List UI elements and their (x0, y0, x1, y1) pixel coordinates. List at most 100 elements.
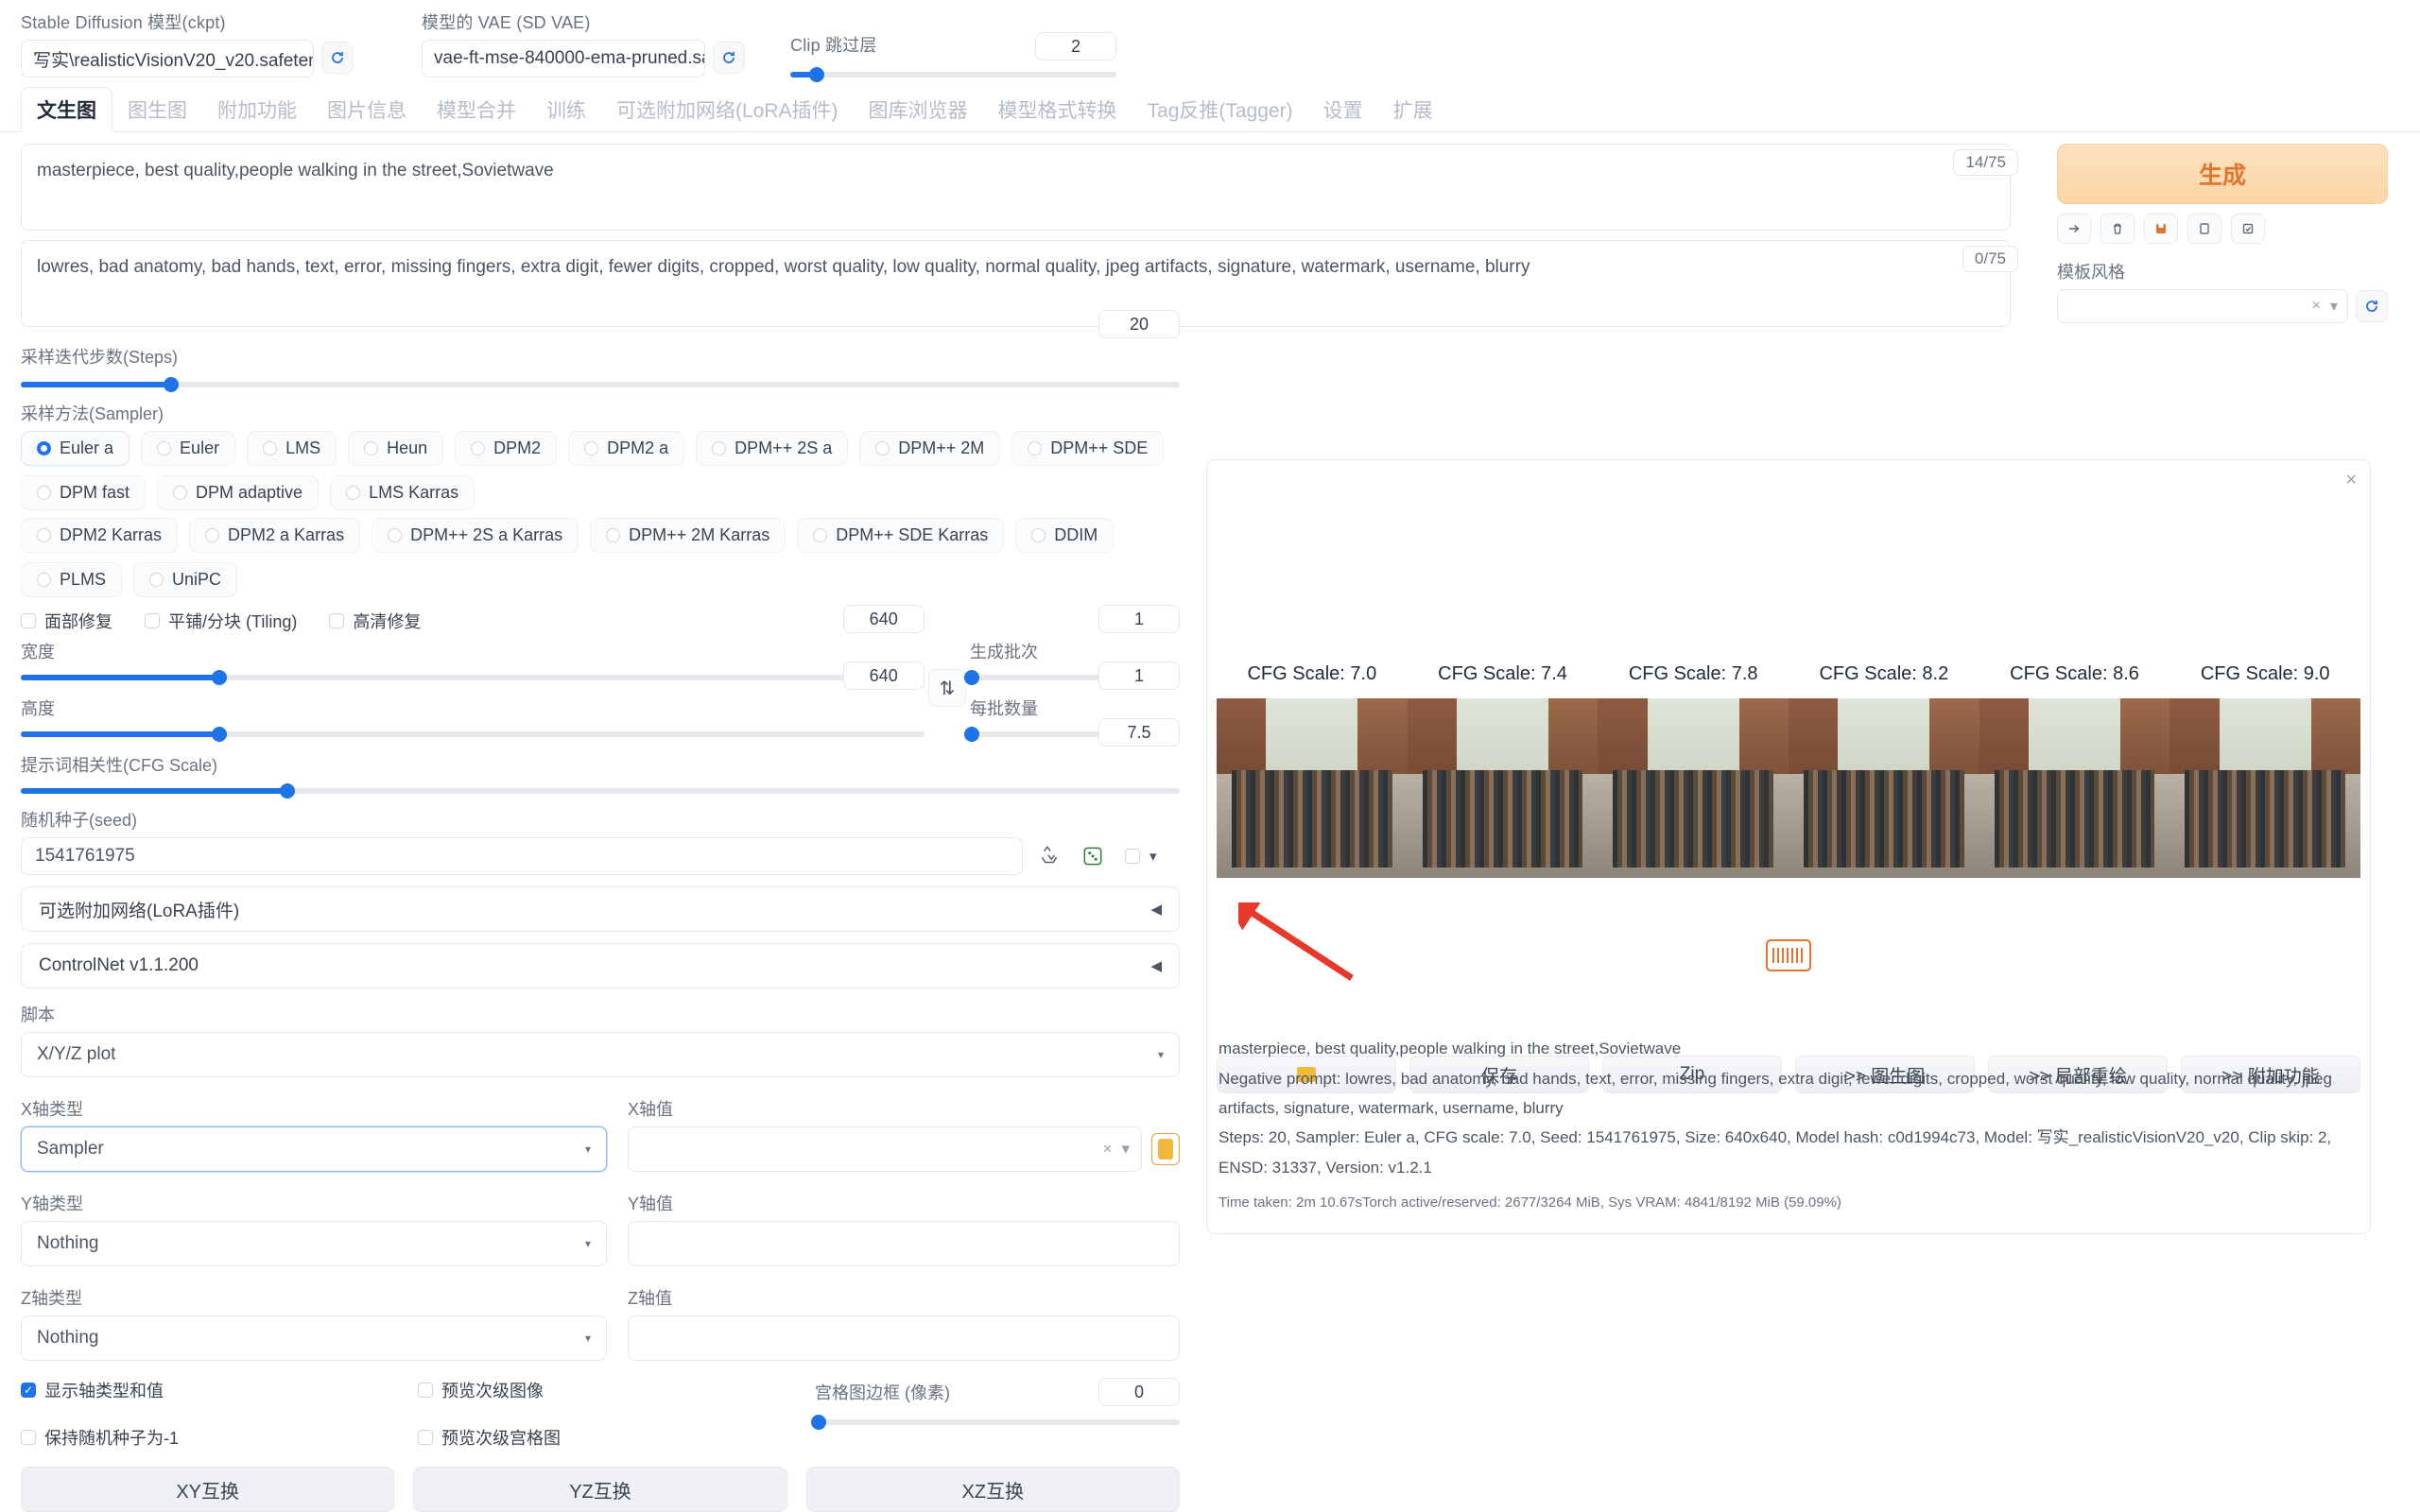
chevron-down-icon[interactable]: ▾ (2330, 297, 2338, 316)
tab-txt2img[interactable]: 文生图 (21, 87, 112, 132)
sampler-option-dpmpp-2s-a[interactable]: DPM++ 2S a (696, 431, 849, 466)
clip-skip-value[interactable]: 2 (1035, 32, 1116, 60)
sampler-option-dpm2-a[interactable]: DPM2 a (568, 431, 685, 466)
tab-extensions[interactable]: 扩展 (1378, 88, 1448, 131)
sampler-option-ddim[interactable]: DDIM (1015, 518, 1115, 553)
cfg-scale-value[interactable]: 7.5 (1098, 718, 1180, 747)
sampler-option-dpm-fast[interactable]: DPM fast (21, 475, 147, 510)
tab-img2img[interactable]: 图生图 (112, 88, 202, 131)
checkbox-keep-seed[interactable]: 保持随机种子为-1 (21, 1425, 418, 1450)
batch-size-value[interactable]: 1 (1098, 662, 1180, 690)
steps-slider[interactable] (21, 377, 1180, 392)
grid-cell[interactable] (2169, 698, 2360, 878)
refresh-styles-button[interactable] (2356, 290, 2388, 322)
generate-button[interactable]: 生成 (2057, 144, 2388, 204)
checkbox-tiling[interactable]: 平铺/分块 (Tiling) (145, 609, 297, 633)
sampler-option-dpmpp-2m[interactable]: DPM++ 2M (859, 431, 1001, 466)
checkpoint-select[interactable]: 写实\realisticVisionV20_v20.safetensors [c… (21, 40, 314, 77)
apply-style-button[interactable] (2231, 214, 2265, 244)
result-image-grid[interactable] (1217, 698, 2360, 878)
sampler-option-dpmpp-2s-a-karras[interactable]: DPM++ 2S a Karras (372, 518, 579, 553)
seed-input[interactable]: 1541761975 (21, 837, 1023, 875)
tab-extras[interactable]: 附加功能 (202, 88, 312, 131)
width-value[interactable]: 640 (842, 605, 925, 633)
sampler-option-euler[interactable]: Euler (141, 431, 236, 466)
sampler-option-unipc[interactable]: UniPC (133, 562, 238, 597)
height-value[interactable]: 640 (842, 662, 925, 690)
swap-yz-button[interactable]: YZ互换 (413, 1467, 787, 1512)
sampler-option-euler-a[interactable]: Euler a (21, 431, 130, 466)
checkbox-face-restore[interactable]: 面部修复 (21, 609, 112, 633)
checkbox-hires-fix[interactable]: 高清修复 (329, 609, 421, 633)
checkbox-preview-sub-image[interactable]: 预览次级图像 (418, 1378, 815, 1402)
sampler-option-heun[interactable]: Heun (348, 431, 444, 466)
grid-cell[interactable] (1789, 698, 1979, 878)
sampler-option-dpmpp-sde[interactable]: DPM++ SDE (1011, 431, 1165, 466)
tab-train[interactable]: 训练 (531, 88, 601, 131)
tab-checkpoint-merger[interactable]: 模型合并 (422, 88, 531, 131)
sampler-option-dpmpp-2m-karras[interactable]: DPM++ 2M Karras (590, 518, 786, 553)
z-type-select[interactable]: Nothing ▾ (21, 1315, 607, 1361)
tab-pnginfo[interactable]: 图片信息 (312, 88, 422, 131)
checkbox-show-axis-types[interactable]: ✓ 显示轴类型和值 (21, 1378, 418, 1402)
height-slider[interactable] (21, 727, 925, 742)
tab-image-browser[interactable]: 图库浏览器 (854, 88, 983, 131)
tab-model-converter[interactable]: 模型格式转换 (983, 88, 1132, 131)
width-slider[interactable] (21, 670, 925, 685)
seed-extra-caret-icon[interactable]: ▾ (1150, 848, 1157, 865)
steps-value[interactable]: 20 (1098, 310, 1180, 338)
clear-icon[interactable]: × (2312, 298, 2321, 315)
grid-cell[interactable] (1979, 698, 2170, 878)
seed-extra-checkbox[interactable] (1125, 849, 1140, 864)
checkbox-preview-sub-grid[interactable]: 预览次级宫格图 (418, 1425, 815, 1450)
grid-cell[interactable] (1598, 698, 1789, 878)
grid-margin-slider[interactable] (810, 1415, 1180, 1430)
sampler-option-dpm2[interactable]: DPM2 (455, 431, 558, 466)
x-value-row: × ▾ (628, 1126, 1180, 1172)
accordion-lora[interactable]: 可选附加网络(LoRA插件) ◀ (21, 886, 1180, 932)
sampler-option-lms[interactable]: LMS (247, 431, 337, 466)
refresh-vae-button[interactable] (713, 41, 745, 74)
tab-lora[interactable]: 可选附加网络(LoRA插件) (601, 88, 854, 131)
x-value-input[interactable]: × ▾ (628, 1126, 1142, 1172)
cfg-scale-slider[interactable] (21, 783, 1180, 799)
tab-tagger[interactable]: Tag反推(Tagger) (1132, 88, 1308, 131)
clear-prompt-button[interactable] (2100, 214, 2135, 244)
grid-column-labels: CFG Scale: 7.0 CFG Scale: 7.4 CFG Scale:… (1217, 663, 2360, 685)
sampler-option-lms-karras[interactable]: LMS Karras (330, 475, 475, 510)
sampler-option-dpm2-karras[interactable]: DPM2 Karras (21, 518, 179, 553)
sampler-option-dpm2-a-karras[interactable]: DPM2 a Karras (189, 518, 361, 553)
swap-xy-button[interactable]: XY互换 (21, 1467, 395, 1512)
grid-cell[interactable] (1217, 698, 1408, 878)
vae-select[interactable]: vae-ft-mse-840000-ema-pruned.safetensors… (422, 40, 705, 77)
swap-xz-button[interactable]: XZ互换 (805, 1467, 1180, 1512)
y-value-input[interactable] (628, 1221, 1180, 1266)
sampler-option-plms[interactable]: PLMS (21, 562, 123, 597)
seed-recycle-button[interactable] (1032, 839, 1066, 873)
z-value-input[interactable] (628, 1315, 1180, 1361)
clip-skip-slider[interactable] (790, 67, 1116, 82)
save-style-button[interactable] (2144, 214, 2178, 244)
x-fill-values-button[interactable] (1151, 1133, 1180, 1165)
batch-count-value[interactable]: 1 (1098, 605, 1180, 633)
radio-icon (37, 528, 51, 542)
script-select[interactable]: X/Y/Z plot ▾ (21, 1032, 1180, 1077)
sampler-option-dpm-adaptive[interactable]: DPM adaptive (157, 475, 320, 510)
read-prompt-button[interactable] (2057, 214, 2091, 244)
y-type-select[interactable]: Nothing ▾ (21, 1221, 607, 1266)
sampler-option-label: UniPC (172, 570, 222, 589)
grid-cell[interactable] (1407, 698, 1599, 878)
clear-icon[interactable]: × (1103, 1140, 1113, 1159)
refresh-checkpoint-button[interactable] (321, 41, 354, 74)
seed-random-button[interactable] (1076, 839, 1110, 873)
swap-size-button[interactable]: ⇅ (925, 639, 970, 737)
style-template-select[interactable]: × ▾ (2057, 289, 2348, 323)
x-type-select[interactable]: Sampler ▾ (21, 1126, 607, 1172)
paste-style-button[interactable] (2187, 214, 2221, 244)
chevron-down-icon[interactable]: ▾ (1121, 1140, 1130, 1159)
close-icon[interactable]: × (2345, 470, 2357, 491)
accordion-controlnet[interactable]: ControlNet v1.1.200 ◀ (21, 943, 1180, 988)
sampler-option-dpmpp-sde-karras[interactable]: DPM++ SDE Karras (797, 518, 1005, 553)
tab-settings[interactable]: 设置 (1308, 88, 1378, 131)
grid-margin-value[interactable]: 0 (1098, 1378, 1180, 1406)
